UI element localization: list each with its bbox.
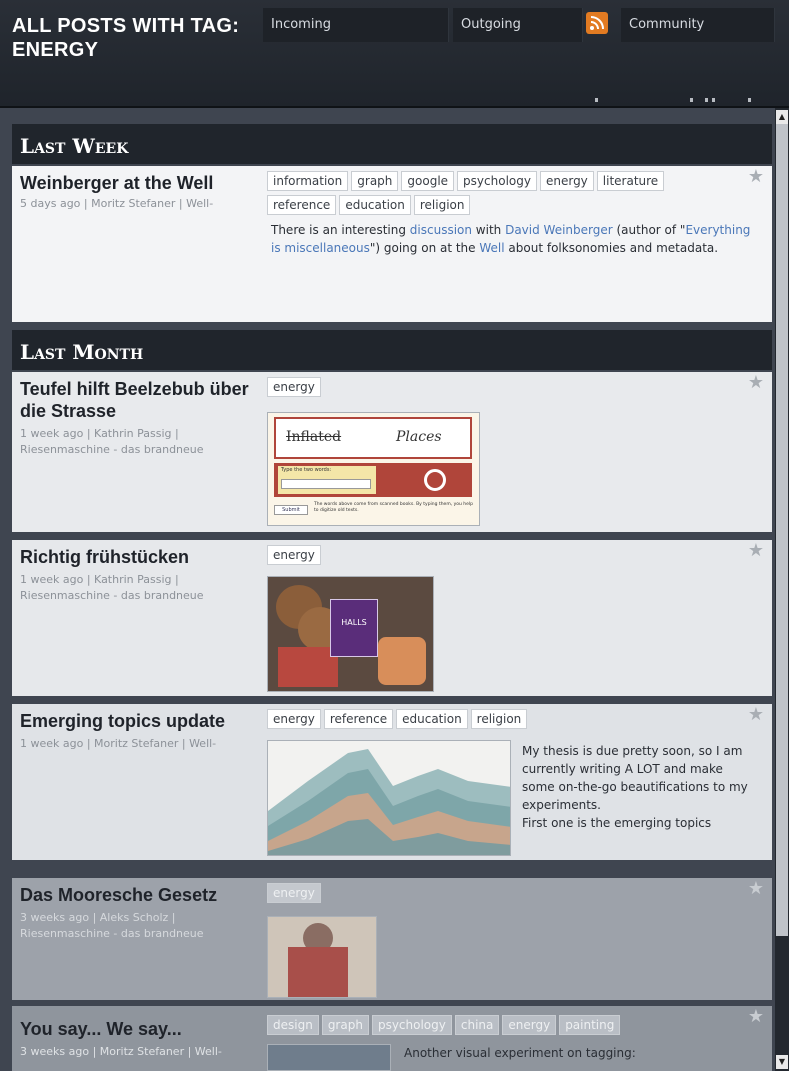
tag[interactable]: education bbox=[396, 709, 468, 729]
captcha-text-field[interactable] bbox=[281, 479, 371, 489]
tag[interactable]: reference bbox=[267, 195, 337, 215]
post-meta: 3 weeks ago | Moritz Stefaner | Well- bbox=[20, 1045, 222, 1058]
tag[interactable]: literature bbox=[596, 171, 665, 191]
link-david-weinberger[interactable]: David Weinberger bbox=[505, 223, 613, 237]
post-weinberger[interactable]: Weinberger at the Well 5 days ago | Mori… bbox=[12, 166, 772, 322]
body-text: There is an interesting bbox=[271, 223, 410, 237]
post-meta: 1 week ago | Kathrin Passig | Riesenmasc… bbox=[20, 573, 204, 602]
captcha-word: Places bbox=[396, 429, 442, 445]
tag[interactable]: religion bbox=[470, 709, 528, 729]
captcha-word: Inflated bbox=[286, 429, 342, 445]
body-text: with bbox=[471, 223, 506, 237]
food-shape bbox=[278, 647, 338, 687]
post-title[interactable]: Richtig frühstücken bbox=[20, 546, 260, 568]
star-icon[interactable]: ★ bbox=[748, 540, 764, 561]
section-header-last-week: Last Week bbox=[12, 124, 772, 164]
food-shape bbox=[378, 637, 426, 685]
link-discussion[interactable]: discussion bbox=[410, 223, 472, 237]
captcha-words-box: Inflated Places bbox=[274, 417, 472, 459]
scrollbar[interactable]: ▲ ▼ bbox=[775, 108, 789, 1071]
captcha-input-area: Type the two words: bbox=[274, 463, 472, 497]
recaptcha-logo-icon bbox=[424, 469, 446, 491]
post-body: Another visual experiment on tagging: bbox=[404, 1046, 636, 1060]
body-text: ") going on at the bbox=[369, 241, 480, 255]
tag[interactable]: graph bbox=[321, 1015, 369, 1035]
tag[interactable]: energy bbox=[502, 1015, 557, 1035]
tag[interactable]: psychology bbox=[457, 171, 537, 191]
tag[interactable]: education bbox=[339, 195, 411, 215]
captcha-image[interactable]: Inflated Places Type the two words: Subm… bbox=[267, 412, 480, 526]
painting-image[interactable] bbox=[267, 916, 377, 998]
scroll-thumb[interactable] bbox=[776, 124, 788, 936]
captcha-input-label: Type the two words: bbox=[281, 467, 332, 473]
post-meta: 3 weeks ago | Aleks Scholz | Riesenmasch… bbox=[20, 911, 204, 940]
streamgraph-image[interactable] bbox=[267, 740, 511, 856]
tag-list: information graph google psychology energy li… bbox=[267, 170, 757, 218]
page-title: ALL POSTS WITH TAG: ENERGY bbox=[12, 15, 240, 61]
tag[interactable]: energy bbox=[267, 883, 321, 903]
rss-icon[interactable] bbox=[586, 12, 608, 34]
post-meta: 1 week ago | Moritz Stefaner | Well- bbox=[20, 737, 217, 750]
streamgraph-shape bbox=[268, 749, 510, 855]
star-icon[interactable]: ★ bbox=[748, 372, 764, 393]
tag-list: energy bbox=[267, 882, 757, 906]
tag[interactable]: energy bbox=[267, 377, 321, 397]
captcha-input-box: Type the two words: bbox=[278, 466, 376, 494]
body-text: (author of " bbox=[612, 223, 686, 237]
tag[interactable]: energy bbox=[267, 709, 321, 729]
tag[interactable]: painting bbox=[559, 1015, 621, 1035]
post-title[interactable]: Teufel hilft Beelzebub über die Strasse bbox=[20, 378, 260, 422]
captcha-note: The words above come from scanned books.… bbox=[314, 502, 473, 513]
star-icon[interactable]: ★ bbox=[748, 1006, 764, 1027]
scroll-up-arrow-icon[interactable]: ▲ bbox=[776, 110, 788, 124]
post-body: There is an interesting discussion with … bbox=[271, 221, 751, 257]
tag[interactable]: graph bbox=[351, 171, 399, 191]
link-well[interactable]: Well bbox=[479, 241, 504, 255]
painting-shape bbox=[288, 947, 348, 997]
post-title[interactable]: Weinberger at the Well bbox=[20, 172, 260, 194]
post-meta: 1 week ago | Kathrin Passig | Riesenmasc… bbox=[20, 427, 204, 456]
post-emerging-topics[interactable]: Emerging topics update 1 week ago | Mori… bbox=[12, 704, 772, 860]
tag-list: energy bbox=[267, 376, 757, 400]
post-title[interactable]: You say... We say... bbox=[20, 1018, 260, 1040]
tagging-experiment-image[interactable] bbox=[267, 1044, 391, 1071]
tag[interactable]: design bbox=[267, 1015, 319, 1035]
captcha-submit-button[interactable]: Submit bbox=[274, 505, 308, 515]
tag[interactable]: energy bbox=[539, 171, 594, 191]
post-title[interactable]: Emerging topics update bbox=[20, 710, 260, 732]
header-bar: ALL POSTS WITH TAG: ENERGY Incoming Outg… bbox=[0, 0, 789, 108]
post-mooresche-gesetz[interactable]: Das Mooresche Gesetz 3 weeks ago | Aleks… bbox=[12, 878, 772, 1000]
scroll-down-arrow-icon[interactable]: ▼ bbox=[776, 1055, 788, 1069]
post-richtig-fruehstuecken[interactable]: Richtig frühstücken 1 week ago | Kathrin… bbox=[12, 540, 772, 696]
tab-outgoing[interactable]: Outgoing bbox=[453, 8, 583, 42]
tag[interactable]: psychology bbox=[371, 1015, 452, 1035]
post-body: My thesis is due pretty soon, so I am cu… bbox=[522, 744, 748, 830]
tag[interactable]: energy bbox=[267, 545, 321, 565]
tag[interactable]: religion bbox=[413, 195, 471, 215]
tag[interactable]: google bbox=[401, 171, 455, 191]
star-icon[interactable]: ★ bbox=[748, 166, 764, 187]
breakfast-pack-image[interactable]: HALLS bbox=[267, 576, 434, 692]
tag-list: energy reference education religion bbox=[267, 708, 757, 732]
tab-incoming[interactable]: Incoming bbox=[263, 8, 449, 42]
tag[interactable]: china bbox=[454, 1015, 500, 1035]
tag-list: design graph psychology china energy painting bbox=[267, 1014, 757, 1038]
tag[interactable]: reference bbox=[323, 709, 394, 729]
star-icon[interactable]: ★ bbox=[748, 878, 764, 899]
star-icon[interactable]: ★ bbox=[748, 704, 764, 725]
pack-label: HALLS bbox=[330, 599, 378, 657]
post-meta: 5 days ago | Moritz Stefaner | Well- bbox=[20, 197, 214, 210]
section-header-last-month: Last Month bbox=[12, 330, 772, 370]
tag-list: energy bbox=[267, 544, 757, 568]
body-text: about folksonomies and metadata. bbox=[504, 241, 719, 255]
tab-community[interactable]: Community bbox=[621, 8, 775, 42]
post-title[interactable]: Das Mooresche Gesetz bbox=[20, 884, 260, 906]
post-teufel[interactable]: Teufel hilft Beelzebub über die Strasse … bbox=[12, 372, 772, 532]
tag[interactable]: information bbox=[267, 171, 349, 191]
post-you-say-we-say[interactable]: You say... We say... 3 weeks ago | Morit… bbox=[12, 1006, 772, 1071]
